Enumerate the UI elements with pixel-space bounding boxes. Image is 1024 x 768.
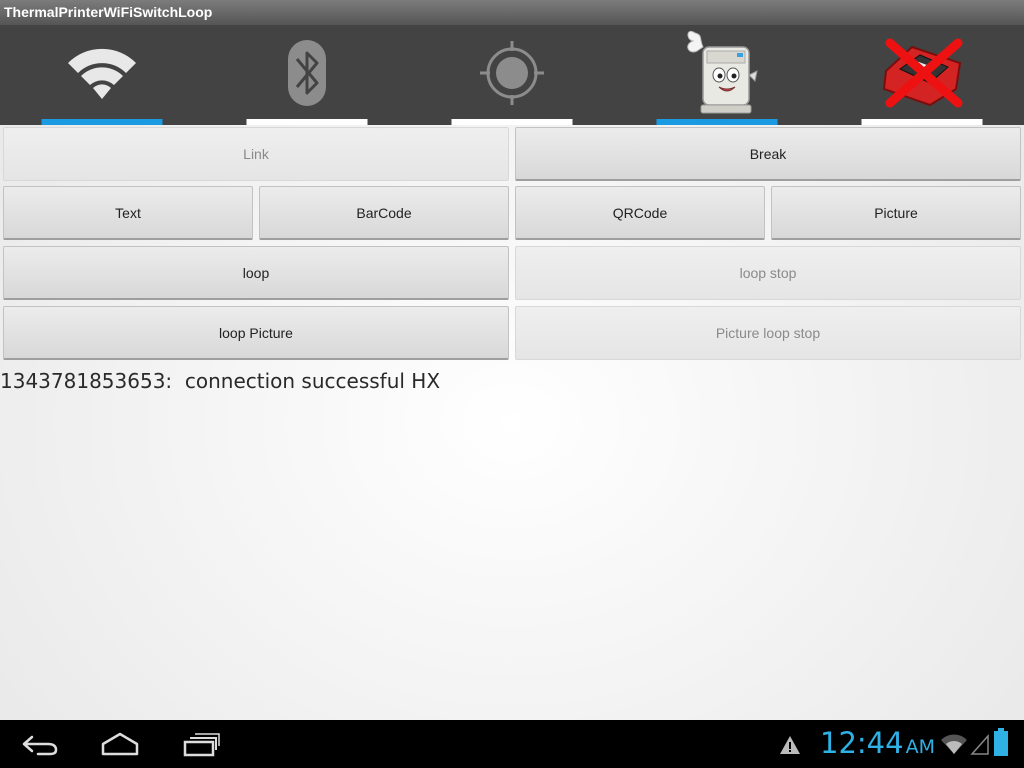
main-content: Link Break Text BarCode QRCode Picture l… — [0, 125, 1024, 720]
warning-icon[interactable] — [778, 734, 802, 756]
device-crossed-out-icon — [882, 38, 963, 108]
wifi-icon — [68, 48, 137, 99]
back-icon[interactable] — [20, 730, 60, 758]
tab-gps[interactable] — [410, 25, 615, 125]
clock: 12:44 AM — [820, 726, 935, 760]
tab-bluetooth[interactable] — [205, 25, 410, 125]
gps-icon — [479, 41, 544, 105]
home-icon[interactable] — [100, 730, 140, 758]
barcode-button[interactable]: BarCode — [259, 186, 509, 240]
status-message: 1343781853653: connection successful HX — [0, 369, 441, 393]
tab-printer[interactable] — [614, 25, 819, 125]
battery-icon — [994, 728, 1008, 756]
system-nav-bar: 12:44 AM — [0, 720, 1024, 768]
bluetooth-icon — [288, 40, 327, 106]
tab-wifi[interactable] — [0, 25, 205, 125]
clock-time: 12:44 — [820, 726, 904, 760]
wifi-signal-icon — [941, 734, 967, 754]
printer-mascot-icon — [687, 30, 758, 114]
loop-button[interactable]: loop — [3, 246, 509, 300]
text-button[interactable]: Text — [3, 186, 253, 240]
app-title: ThermalPrinterWiFiSwitchLoop — [0, 0, 1024, 25]
recent-apps-icon[interactable] — [182, 730, 222, 758]
loop-stop-button[interactable]: loop stop — [515, 246, 1021, 300]
break-button[interactable]: Break — [515, 127, 1021, 181]
clock-ampm: AM — [905, 736, 935, 758]
link-button[interactable]: Link — [3, 127, 509, 181]
tab-device[interactable] — [819, 25, 1024, 125]
cell-signal-icon — [970, 734, 989, 755]
qrcode-button[interactable]: QRCode — [515, 186, 765, 240]
picture-loop-stop-button[interactable]: Picture loop stop — [515, 306, 1021, 360]
loop-picture-button[interactable]: loop Picture — [3, 306, 509, 360]
tab-bar — [0, 25, 1024, 125]
picture-button[interactable]: Picture — [771, 186, 1021, 240]
